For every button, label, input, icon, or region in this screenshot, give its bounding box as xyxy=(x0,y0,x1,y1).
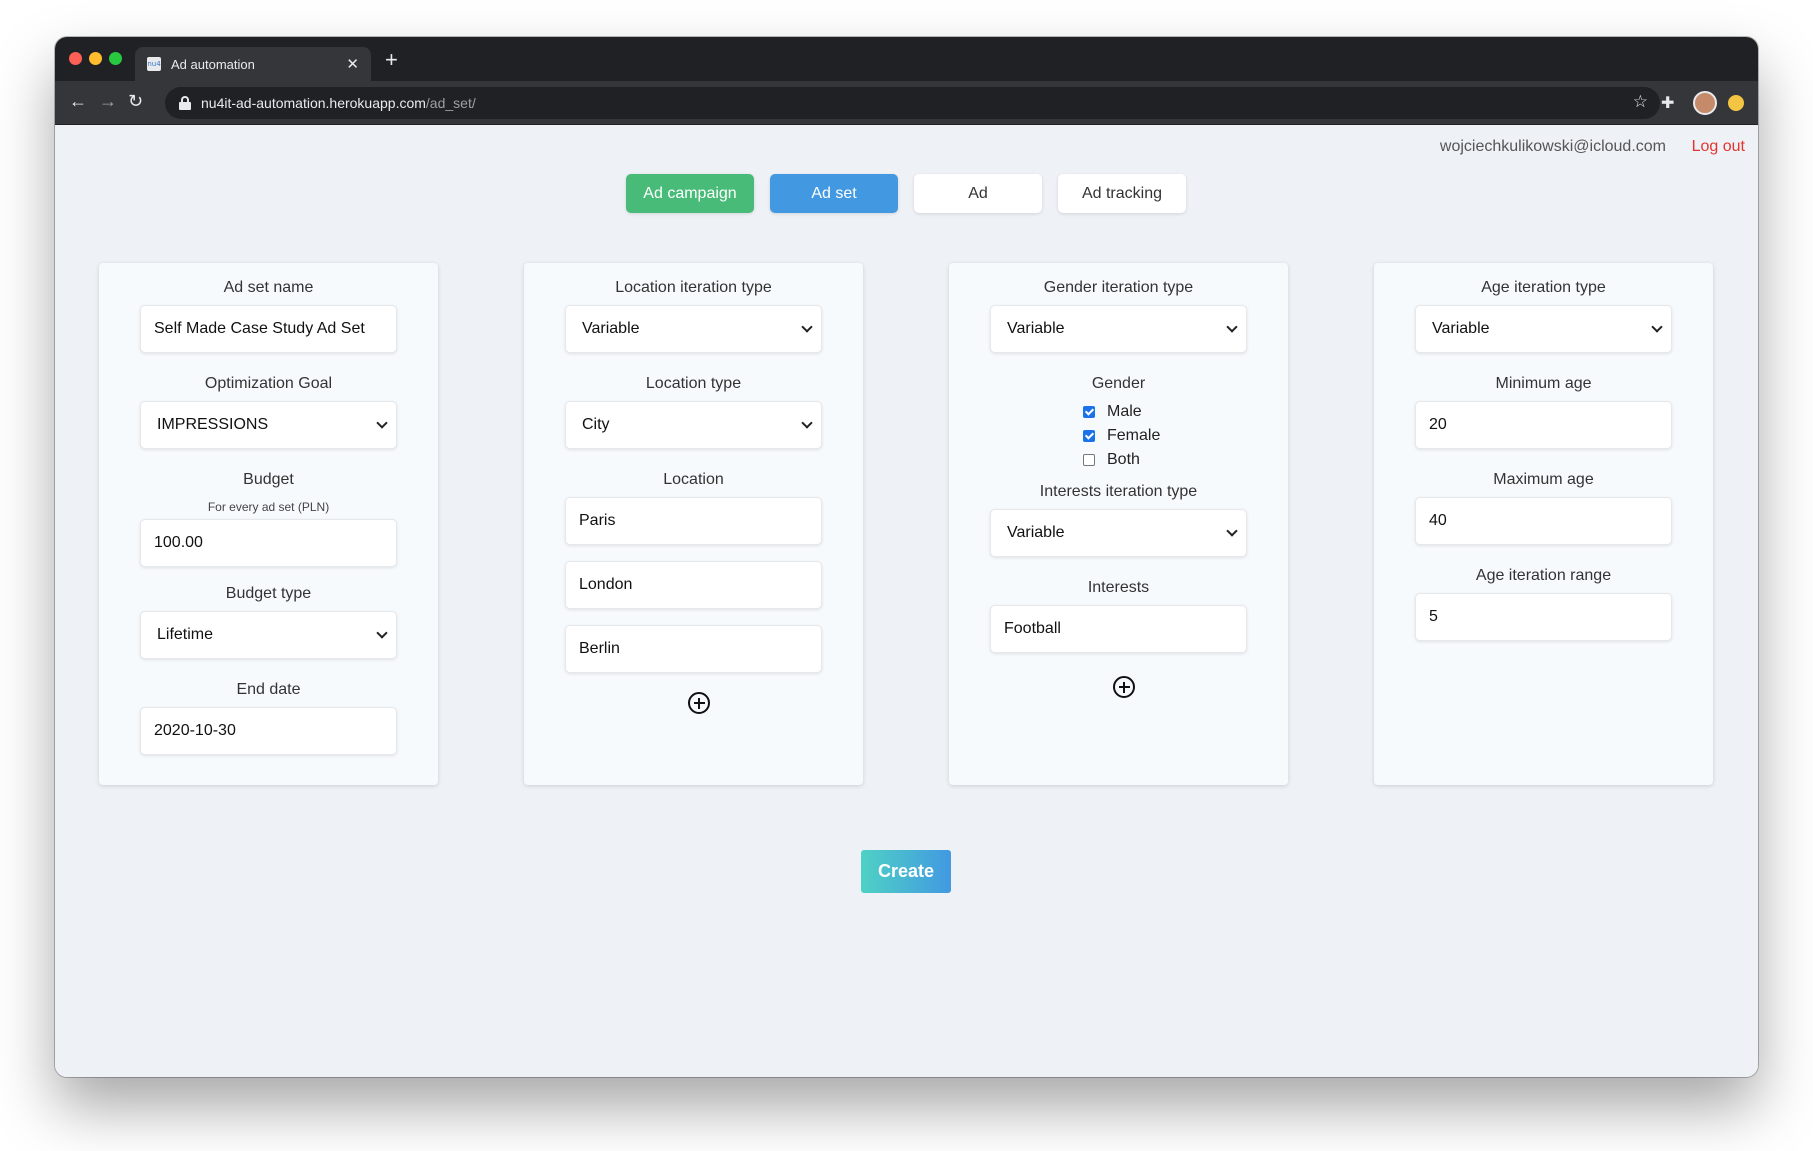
budget-type-value: Lifetime xyxy=(157,626,214,643)
location-input[interactable]: Berlin xyxy=(565,625,822,673)
interest-input[interactable]: Football xyxy=(990,605,1247,653)
maximum-age-label: Maximum age xyxy=(1493,471,1594,488)
forward-arrow-icon[interactable]: → xyxy=(99,91,117,111)
ad-set-name-label: Ad set name xyxy=(223,279,314,296)
budget-type-label: Budget type xyxy=(225,585,312,602)
age-iteration-label: Age iteration type xyxy=(1481,279,1606,296)
age-iteration-value: Variable xyxy=(1432,320,1490,337)
minimize-window-button[interactable] xyxy=(89,52,102,65)
interests-iteration-select[interactable]: Variable xyxy=(990,509,1247,557)
location-label: Location xyxy=(663,471,724,488)
end-date-label: End date xyxy=(236,681,301,698)
checkbox-unchecked[interactable] xyxy=(1083,454,1095,466)
end-date-input[interactable]: 2020-10-30 xyxy=(140,707,397,755)
budget-type-select[interactable]: Lifetime xyxy=(140,611,397,659)
checkbox-checked[interactable] xyxy=(1083,406,1095,418)
chevron-down-icon xyxy=(376,417,388,429)
tab-ad[interactable]: Ad xyxy=(914,174,1042,213)
gender-interests-card: Gender iteration type Variable Gender Ma… xyxy=(949,263,1288,785)
extension-icon[interactable] xyxy=(1728,95,1744,111)
gender-option-label: Both xyxy=(1107,451,1140,468)
age-iteration-select[interactable]: Variable xyxy=(1415,305,1672,353)
browser-toolbar: ← → ↻ nu4it-ad-automation.herokuapp.com /… xyxy=(55,81,1758,125)
maximize-window-button[interactable] xyxy=(109,52,122,65)
maximum-age-input[interactable]: 40 xyxy=(1415,497,1672,545)
location-input[interactable]: Paris xyxy=(565,497,822,545)
gender-option-both[interactable]: Both xyxy=(1083,451,1140,469)
interests-iteration-value: Variable xyxy=(1007,524,1065,541)
back-arrow-icon[interactable]: ← xyxy=(69,91,87,111)
extensions-puzzle-icon[interactable]: ✚ xyxy=(1661,93,1674,113)
page-content: wojciechkulikowski@icloud.com Log out Ad… xyxy=(55,125,1758,1077)
chevron-down-icon xyxy=(1226,525,1238,537)
add-location-plus-icon[interactable] xyxy=(688,692,710,714)
minimum-age-label: Minimum age xyxy=(1495,375,1592,392)
user-email: wojciechkulikowski@icloud.com xyxy=(1439,138,1666,155)
location-iteration-select[interactable]: Variable xyxy=(565,305,822,353)
location-input[interactable]: London xyxy=(565,561,822,609)
chevron-down-icon xyxy=(1651,321,1663,333)
reload-icon[interactable]: ↻ xyxy=(128,91,143,111)
interests-label: Interests xyxy=(1087,579,1150,596)
age-range-label: Age iteration range xyxy=(1475,567,1612,584)
optimization-goal-value: IMPRESSIONS xyxy=(157,416,269,433)
age-card: Age iteration type Variable Minimum age … xyxy=(1374,263,1713,785)
url-path: /ad_set/ xyxy=(425,95,476,111)
gender-option-label: Female xyxy=(1107,427,1161,444)
ad-set-name-input[interactable]: Self Made Case Study Ad Set xyxy=(140,305,397,353)
bookmark-star-icon[interactable]: ☆ xyxy=(1633,92,1648,112)
checkbox-checked[interactable] xyxy=(1083,430,1095,442)
browser-tab[interactable]: nu4 Ad automation ✕ xyxy=(135,47,371,81)
chevron-down-icon xyxy=(376,627,388,639)
gender-option-label: Male xyxy=(1107,403,1142,420)
chevron-down-icon xyxy=(801,321,813,333)
address-bar[interactable]: nu4it-ad-automation.herokuapp.com/ad_set… xyxy=(165,87,1660,119)
gender-iteration-label: Gender iteration type xyxy=(1043,279,1194,296)
lock-icon xyxy=(179,96,191,110)
location-type-label: Location type xyxy=(645,375,742,392)
location-iteration-label: Location iteration type xyxy=(615,279,772,296)
location-iteration-value: Variable xyxy=(582,320,640,337)
browser-window: nu4 Ad automation ✕ + ← → ↻ nu4it-ad-aut… xyxy=(55,37,1758,1077)
optimization-goal-select[interactable]: IMPRESSIONS xyxy=(140,401,397,449)
tab-ad-tracking[interactable]: Ad tracking xyxy=(1058,174,1186,213)
budget-label: Budget xyxy=(243,471,294,488)
location-type-value: City xyxy=(582,416,610,433)
create-button[interactable]: Create xyxy=(861,850,951,893)
budget-input[interactable]: 100.00 xyxy=(140,519,397,567)
chevron-down-icon xyxy=(1226,321,1238,333)
location-card: Location iteration type Variable Locatio… xyxy=(524,263,863,785)
tab-title: Ad automation xyxy=(171,56,255,72)
age-range-input[interactable]: 5 xyxy=(1415,593,1672,641)
logout-link[interactable]: Log out xyxy=(1692,138,1745,156)
tab-ad-campaign[interactable]: Ad campaign xyxy=(626,174,754,213)
title-bar: nu4 Ad automation ✕ + xyxy=(55,37,1758,81)
tab-ad-set[interactable]: Ad set xyxy=(770,174,898,213)
profile-avatar-icon[interactable] xyxy=(1693,91,1717,115)
close-window-button[interactable] xyxy=(69,52,82,65)
tab-close-icon[interactable]: ✕ xyxy=(346,55,359,73)
new-tab-icon[interactable]: + xyxy=(385,49,398,71)
gender-option-male[interactable]: Male xyxy=(1083,403,1142,421)
optimization-goal-label: Optimization Goal xyxy=(204,375,333,392)
budget-hint: For every ad set (PLN) xyxy=(207,500,330,514)
location-type-select[interactable]: City xyxy=(565,401,822,449)
gender-option-female[interactable]: Female xyxy=(1083,427,1160,445)
minimum-age-input[interactable]: 20 xyxy=(1415,401,1672,449)
gender-iteration-select[interactable]: Variable xyxy=(990,305,1247,353)
add-interest-plus-icon[interactable] xyxy=(1113,676,1135,698)
favicon-icon: nu4 xyxy=(147,57,161,71)
url-host: nu4it-ad-automation.herokuapp.com xyxy=(201,95,426,111)
section-nav: Ad campaign Ad set Ad Ad tracking xyxy=(626,174,1186,213)
ad-set-details-card: Ad set name Self Made Case Study Ad Set … xyxy=(99,263,438,785)
gender-iteration-value: Variable xyxy=(1007,320,1065,337)
gender-label: Gender xyxy=(1091,375,1146,392)
interests-iteration-label: Interests iteration type xyxy=(1039,483,1198,500)
chevron-down-icon xyxy=(801,417,813,429)
